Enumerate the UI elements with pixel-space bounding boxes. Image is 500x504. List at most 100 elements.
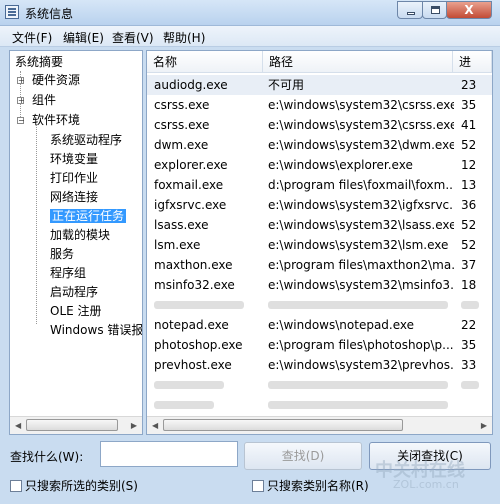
scroll-left-icon[interactable]: ◀ [15,421,21,430]
table-row[interactable]: foxmail.exe d:\program files\foxmail\fox… [147,175,492,195]
tree-item-startup[interactable]: 启动程序 [50,283,98,301]
list-horizontal-scrollbar[interactable]: ◀ ▶ [147,416,492,434]
table-row[interactable]: notepad.exe e:\windows\notepad.exe 22 [147,315,492,335]
tree-selected-label: 正在运行任务 [50,209,127,223]
system-info-icon [5,5,19,19]
table-row[interactable]: csrss.exe e:\windows\system32\csrss.exe … [147,115,492,135]
maximize-button[interactable] [422,1,447,19]
row-path: d:\program files\foxmail\foxm... [268,178,454,192]
row-path: e:\windows\explorer.exe [268,158,413,172]
tree-item-software[interactable]: 软件环境 [32,111,80,129]
row-path: 不可用 [268,78,305,92]
scroll-thumb[interactable] [26,419,118,431]
table-row[interactable]: lsass.exe e:\windows\system32\lsass.exe … [147,215,492,235]
tree-item-services[interactable]: 服务 [50,245,74,263]
collapse-icon[interactable]: − [17,117,25,125]
menu-edit[interactable]: 编辑(E) [63,29,104,46]
table-row-blurred[interactable] [147,295,492,315]
tree-item-ole[interactable]: OLE 注册 [50,302,102,320]
row-num: 52 [461,138,477,152]
table-row[interactable]: igfxsrvc.exe e:\windows\system32\igfxsrv… [147,195,492,215]
row-path: e:\windows\notepad.exe [268,318,415,332]
task-list[interactable]: 名称 路径 进 audiodg.exe 不可用 23 csrss.exe e:\… [146,50,493,435]
scroll-right-icon[interactable]: ▶ [481,421,487,430]
row-name: notepad.exe [154,318,229,332]
table-row[interactable]: csrss.exe e:\windows\system32\csrss.exe … [147,95,492,115]
tree-item-program-groups[interactable]: 程序组 [50,264,86,282]
table-row[interactable]: explorer.exe e:\windows\explorer.exe 12 [147,155,492,175]
expand-icon[interactable]: + [17,77,25,85]
column-pid[interactable]: 进 [453,51,492,73]
tree-item-windows-error[interactable]: Windows 错误报 [50,321,142,339]
minimize-button[interactable] [397,1,423,19]
search-selected-checkbox[interactable] [10,480,22,492]
tree-item-loaded-modules[interactable]: 加载的模块 [50,226,110,244]
row-name: photoshop.exe [154,338,243,352]
row-name: audiodg.exe [154,78,228,92]
row-name: foxmail.exe [154,178,224,192]
row-num: 35 [461,338,477,352]
search-names-label: 只搜索类别名称(R) [267,479,369,493]
table-row[interactable]: maxthon.exe e:\program files\maxthon2\ma… [147,255,492,275]
table-row[interactable]: dwm.exe e:\windows\system32\dwm.exe 52 [147,135,492,155]
row-num: 22 [461,318,477,332]
row-path: e:\windows\system32\msinfo3... [268,278,454,292]
scroll-thumb[interactable] [163,419,403,431]
scroll-left-icon[interactable]: ◀ [152,421,158,430]
row-num: 18 [461,278,477,292]
row-num: 37 [461,258,477,272]
tree-item-network[interactable]: 网络连接 [50,188,98,206]
close-button[interactable]: X [446,1,492,19]
table-row-blurred[interactable] [147,395,492,415]
search-names-checkbox-row[interactable]: 只搜索类别名称(R) [252,478,369,494]
search-selected-label: 只搜索所选的类别(S) [25,479,138,493]
menu-file[interactable]: 文件(F) [12,29,52,46]
row-num: 52 [461,218,477,232]
tree-horizontal-scrollbar[interactable]: ◀ ▶ [10,416,142,434]
menu-view[interactable]: 查看(V) [112,29,154,46]
scroll-right-icon[interactable]: ▶ [131,421,137,430]
find-what-label: 查找什么(W): [10,450,84,464]
blurred-content [154,401,214,409]
row-num: 13 [461,178,477,192]
row-name: explorer.exe [154,158,228,172]
find-button[interactable]: 查找(D) [244,442,362,470]
expand-icon[interactable]: + [17,97,25,105]
row-name: csrss.exe [154,98,210,112]
column-name[interactable]: 名称 [147,51,263,73]
tree-item-components[interactable]: 组件 [32,91,56,109]
table-row[interactable]: msinfo32.exe e:\windows\system32\msinfo3… [147,275,492,295]
category-tree[interactable]: 系统摘要 + 硬件资源 + 组件 − 软件环境 系统驱动程序 环境变量 打印作业… [9,50,143,435]
blurred-content [268,401,448,409]
row-path: e:\windows\system32\prevhos... [268,358,454,372]
row-name: lsm.exe [154,238,201,252]
close-icon: X [464,3,474,17]
row-num: 35 [461,98,477,112]
row-name: lsass.exe [154,218,209,232]
find-input[interactable] [100,441,238,467]
table-row[interactable]: audiodg.exe 不可用 23 [147,75,492,95]
row-path: e:\windows\system32\csrss.exe [268,118,454,132]
row-path: e:\windows\system32\igfxsrvc.... [268,198,454,212]
tree-item-system-summary[interactable]: 系统摘要 [15,53,63,71]
row-name: csrss.exe [154,118,210,132]
row-path: e:\windows\system32\csrss.exe [268,98,454,112]
search-names-checkbox[interactable] [252,480,264,492]
row-path: e:\program files\photoshop\p... [268,338,454,352]
table-row-blurred[interactable] [147,375,492,395]
row-path: e:\windows\system32\lsm.exe [268,238,449,252]
row-name: maxthon.exe [154,258,233,272]
tree-item-env-vars[interactable]: 环境变量 [50,150,98,168]
row-name: prevhost.exe [154,358,232,372]
tree-item-drivers[interactable]: 系统驱动程序 [50,131,122,149]
table-row[interactable]: lsm.exe e:\windows\system32\lsm.exe 52 [147,235,492,255]
column-path[interactable]: 路径 [263,51,453,73]
menu-help[interactable]: 帮助(H) [163,29,205,46]
tree-item-hardware[interactable]: 硬件资源 [32,71,80,89]
tree-item-print-jobs[interactable]: 打印作业 [50,169,98,187]
tree-item-running-tasks[interactable]: 正在运行任务 [50,207,127,225]
blurred-content [461,301,479,309]
table-row[interactable]: prevhost.exe e:\windows\system32\prevhos… [147,355,492,375]
table-row[interactable]: photoshop.exe e:\program files\photoshop… [147,335,492,355]
search-selected-checkbox-row[interactable]: 只搜索所选的类别(S) [10,478,138,494]
